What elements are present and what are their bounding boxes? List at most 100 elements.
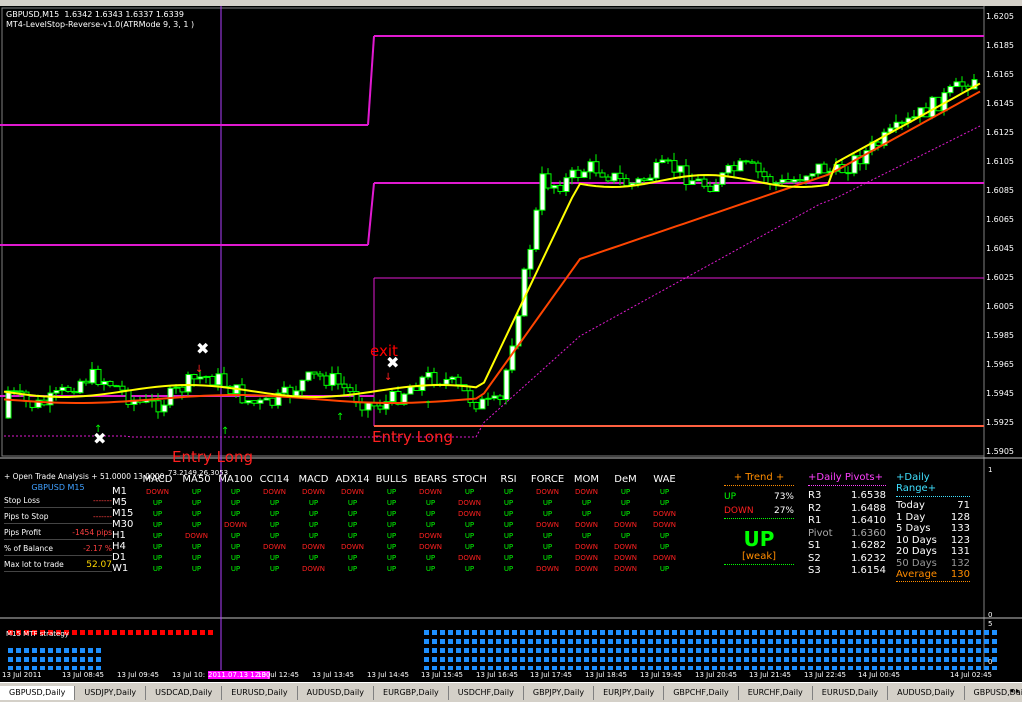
mtf-signal-cell: DOWN <box>223 520 248 529</box>
chart-tab[interactable]: AUDUSD,Daily <box>298 685 375 700</box>
candle-body <box>503 369 510 401</box>
mtf-scale-top: 5 <box>988 620 993 628</box>
mtf-dot <box>704 648 709 653</box>
range-title: +Daily Range+ <box>896 472 937 494</box>
mtf-signal-cell: UP <box>386 520 397 529</box>
mtf-signal-cell: DOWN <box>613 564 638 573</box>
price-tick-label: 1.5965 <box>986 360 1014 369</box>
price-tick-label: 1.6105 <box>986 157 1014 166</box>
chart-tab[interactable]: GBPCHF,Daily <box>664 685 739 700</box>
chart-tab[interactable]: USDJPY,Daily <box>75 685 147 700</box>
mtf-dot <box>64 657 69 662</box>
time-tick-label: 13 Jul 20:45 <box>695 671 737 679</box>
mtf-dot <box>800 648 805 653</box>
mtf-signal-cell: UP <box>542 498 553 507</box>
mtf-dot <box>872 648 877 653</box>
mtf-dot <box>832 639 837 644</box>
mtf-signal-cell: DOWN <box>652 520 677 529</box>
mtf-dot <box>624 639 629 644</box>
mtf-signal-cell: UP <box>542 542 553 551</box>
chart-tab[interactable]: USDCHF,Daily <box>449 685 524 700</box>
timeframe-label: H1 <box>112 530 126 541</box>
candle-body <box>557 185 564 193</box>
candle-body <box>293 390 300 397</box>
mtf-dot <box>904 648 909 653</box>
mtf-signal-cell: UP <box>425 509 436 518</box>
mtf-dot <box>40 648 45 653</box>
mtf-dot <box>528 639 533 644</box>
chart-tab[interactable]: EURCHF,Daily <box>739 685 813 700</box>
candle-body <box>623 178 630 187</box>
mtf-dot <box>936 639 941 644</box>
mtf-dot <box>632 648 637 653</box>
price-tick-label: 1.6045 <box>986 244 1014 253</box>
candle-body <box>815 163 822 175</box>
mtf-dot <box>712 639 717 644</box>
chart-tab[interactable]: EURUSD,Daily <box>813 685 889 700</box>
mtf-dot <box>80 630 85 635</box>
chart-tab[interactable]: GBPUSD,Daily <box>0 685 76 700</box>
mtf-dot <box>560 639 565 644</box>
candle-body <box>551 185 558 189</box>
mtf-signal-cell: UP <box>659 542 670 551</box>
mtf-signal-cell: UP <box>230 531 241 540</box>
candle-body <box>743 160 750 163</box>
mtf-dot <box>168 630 173 635</box>
mtf-dot <box>672 639 677 644</box>
candle-body <box>677 165 684 173</box>
mtf-dot <box>576 630 581 635</box>
candle-body <box>317 373 324 377</box>
candle-body <box>329 373 336 386</box>
candle-body <box>71 390 78 394</box>
mtf-signal-cell: UP <box>464 542 475 551</box>
mtf-dot <box>744 648 749 653</box>
chart-tab[interactable]: EURGBP,Daily <box>374 685 449 700</box>
candle-body <box>269 397 276 406</box>
mtf-dot <box>800 630 805 635</box>
chart-tab[interactable]: EURUSD,Daily <box>222 685 298 700</box>
mtf-dot <box>760 639 765 644</box>
mtf-signal-cell: UP <box>659 498 670 507</box>
range-row: 5 Days 133 <box>896 523 970 534</box>
mtf-signal-cell: UP <box>503 542 514 551</box>
mtf-dot <box>688 657 693 662</box>
mtf-dot <box>496 630 501 635</box>
mtf-signal-cell: UP <box>581 498 592 507</box>
mtf-dot <box>680 648 685 653</box>
time-axis[interactable]: 13 Jul 2011 13 Jul 08:45 13 Jul 09:45 13 Ju… <box>0 670 1022 682</box>
candle-body <box>935 96 942 112</box>
mtf-signal-cell: UP <box>425 498 436 507</box>
mtf-dot <box>632 639 637 644</box>
mtf-dot <box>888 639 893 644</box>
time-tick-label: 13 Jul 18:45 <box>585 671 627 679</box>
chart-tab[interactable]: USDCAD,Daily <box>146 685 223 700</box>
candle-body <box>929 96 936 118</box>
mtf-dot <box>816 639 821 644</box>
mtf-dot <box>504 639 509 644</box>
mtf-signal-cell: UP <box>503 498 514 507</box>
chart-tab[interactable]: GBPJPY,Daily <box>524 685 595 700</box>
mtf-signal-cell: UP <box>386 564 397 573</box>
mtf-dot <box>888 657 893 662</box>
mtf-dot <box>520 630 525 635</box>
mtf-dot <box>32 648 37 653</box>
chart-tab[interactable]: EURJPY,Daily <box>594 685 665 700</box>
chart-tab[interactable]: AUDUSD,Daily <box>888 685 965 700</box>
price-tick-label: 1.6185 <box>986 41 1014 50</box>
candle-body <box>323 375 330 386</box>
chart-window[interactable]: ✖ ✖ ✖ ↑ ↑ ↑ ↑ ↓ ↓ GBPUSD,M15 1.6342 1.6343 1.633… <box>0 6 1022 670</box>
mtf-dot <box>912 639 917 644</box>
candle-body <box>281 386 288 394</box>
mtf-dot <box>440 639 445 644</box>
mtf-scale-zero: 0 <box>988 658 993 666</box>
timeframe-label: H4 <box>112 541 126 552</box>
tab-scroll-arrows[interactable]: ◂ ▸ <box>1009 686 1020 695</box>
time-tick-label: 13 Jul 2011 <box>2 671 42 679</box>
mtf-dot <box>592 630 597 635</box>
candle-body <box>713 183 720 193</box>
candle-body <box>569 169 576 179</box>
mtf-header: FORCE <box>530 473 565 485</box>
candle-body <box>563 177 570 193</box>
mtf-dot <box>440 657 445 662</box>
pivot-row-s3: S3 1.6154 <box>808 565 886 576</box>
